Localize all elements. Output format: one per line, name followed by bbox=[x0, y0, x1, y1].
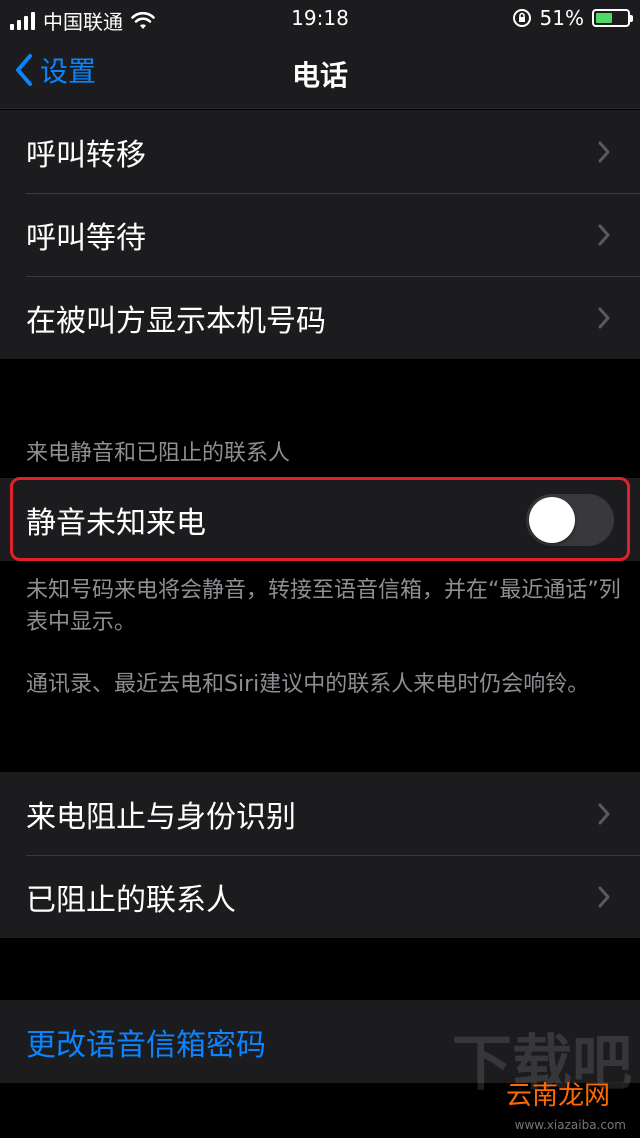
silence-unknown-callers-toggle[interactable] bbox=[526, 493, 614, 546]
page-title: 电话 bbox=[291, 59, 348, 92]
battery-icon bbox=[592, 9, 633, 27]
row-label: 呼叫转移 bbox=[26, 137, 146, 173]
call-settings-group: 呼叫转移 呼叫等待 在被叫方显示本机号码 bbox=[0, 110, 640, 359]
section-header: 来电静音和已阻止的联系人 bbox=[26, 441, 291, 466]
battery-percent: 51% bbox=[539, 6, 584, 30]
watermark-brand: 云南龙网 bbox=[505, 1081, 610, 1111]
silence-unknown-callers-row: 静音未知来电 bbox=[0, 478, 640, 561]
chevron-right-icon bbox=[598, 307, 610, 328]
status-right: 51% bbox=[512, 6, 633, 30]
toggle-knob bbox=[529, 496, 575, 543]
row-label: 已阻止的联系人 bbox=[26, 882, 236, 918]
call-blocking-row[interactable]: 来电阻止与身份识别 bbox=[0, 772, 640, 855]
chevron-right-icon bbox=[598, 141, 610, 162]
section-footer-2: 通讯录、最近去电和Siri建议中的联系人来电时仍会响铃。 bbox=[26, 672, 590, 697]
row-label: 静音未知来电 bbox=[26, 505, 206, 541]
chevron-right-icon bbox=[598, 803, 610, 824]
status-bar: 中国联通 19:18 51% bbox=[0, 0, 640, 36]
section-footer-1: 未知号码来电将会静音，转接至语音信箱，并在“最近通话”列表中显示。 bbox=[26, 578, 621, 635]
watermark-site: www.xiazaiba.com bbox=[514, 1118, 626, 1132]
row-label: 来电阻止与身份识别 bbox=[26, 799, 296, 835]
call-forwarding-row[interactable]: 呼叫转移 bbox=[0, 110, 640, 193]
row-label: 呼叫等待 bbox=[26, 220, 146, 256]
row-label: 更改语音信箱密码 bbox=[26, 1027, 266, 1063]
chevron-right-icon bbox=[598, 886, 610, 907]
orientation-lock-icon bbox=[512, 9, 531, 27]
silence-group: 静音未知来电 bbox=[0, 478, 640, 561]
show-caller-id-row[interactable]: 在被叫方显示本机号码 bbox=[0, 276, 640, 359]
navigation-bar: 设置 电话 bbox=[0, 36, 640, 109]
row-label: 在被叫方显示本机号码 bbox=[26, 303, 326, 339]
blocked-contacts-row[interactable]: 已阻止的联系人 bbox=[0, 855, 640, 938]
chevron-right-icon bbox=[598, 224, 610, 245]
call-waiting-row[interactable]: 呼叫等待 bbox=[0, 193, 640, 276]
blocking-group: 来电阻止与身份识别 已阻止的联系人 bbox=[0, 772, 640, 938]
